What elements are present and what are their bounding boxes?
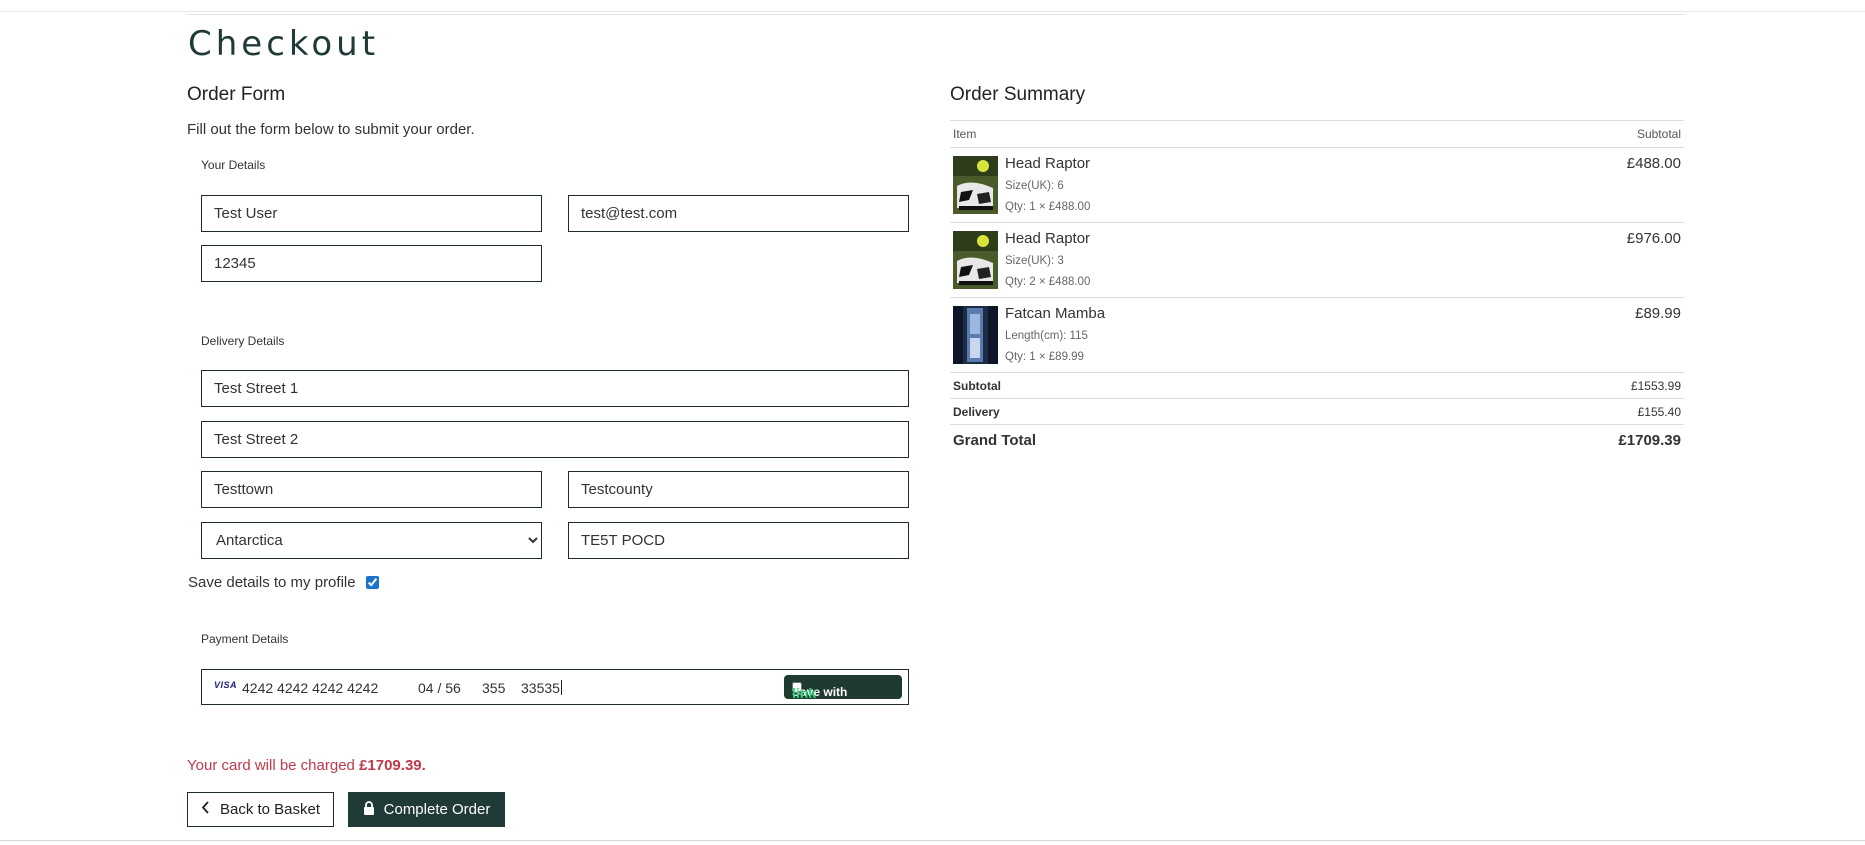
postcode-input[interactable] — [568, 522, 909, 559]
street-address-1-input[interactable] — [201, 370, 909, 407]
save-details-row[interactable]: Save details to my profile — [188, 574, 379, 591]
save-with-link-button[interactable]: Save with link — [784, 675, 902, 701]
payment-details-label: Payment Details — [201, 632, 289, 646]
subtotal-row: Subtotal £1553.99 — [950, 373, 1684, 399]
order-form-heading: Order Form — [187, 84, 286, 105]
charge-text: Your card will be charged — [187, 757, 355, 774]
back-to-basket-button[interactable]: Back to Basket — [187, 792, 334, 827]
product-thumbnail — [953, 231, 998, 289]
grand-total-value: £1709.39 — [1618, 431, 1681, 449]
delivery-value: £155.40 — [1637, 404, 1681, 419]
grand-total-row: Grand Total £1709.39 — [950, 425, 1684, 455]
save-details-checkbox[interactable] — [365, 576, 379, 589]
full-name-input[interactable] — [201, 195, 542, 232]
complete-order-button[interactable]: Complete Order — [348, 792, 505, 827]
product-thumbnail — [953, 306, 998, 364]
text-cursor — [560, 680, 562, 695]
street-address-2-input[interactable] — [201, 421, 909, 458]
item-name: Head Raptor — [1005, 230, 1091, 247]
item-subtotal: £976.00 — [1626, 230, 1681, 247]
phone-input[interactable] — [201, 245, 542, 282]
order-summary-table: Item Subtotal Head Raptor Size(UK): 6 Qt… — [950, 120, 1684, 455]
product-thumbnail — [953, 156, 998, 214]
summary-item-row: Head Raptor Size(UK): 6 Qty: 1 × £488.00… — [950, 148, 1684, 223]
back-to-basket-label: Back to Basket — [219, 801, 321, 818]
item-variant: Size(UK): 3 — [1005, 255, 1064, 267]
bottom-divider — [0, 840, 1865, 841]
top-divider-inner — [187, 14, 1685, 15]
order-summary-heading: Order Summary — [950, 84, 1086, 105]
item-subtotal: £488.00 — [1626, 155, 1681, 172]
col-subtotal-header: Subtotal — [1636, 127, 1681, 141]
summary-header-row: Item Subtotal — [950, 120, 1684, 148]
card-cvc-field[interactable]: 355 — [482, 680, 505, 696]
top-divider — [0, 11, 1865, 12]
card-zip-field[interactable]: 33535 — [521, 680, 562, 696]
delivery-row: Delivery £155.40 — [950, 399, 1684, 425]
grand-total-label: Grand Total — [953, 431, 1037, 449]
col-item-header: Item — [953, 127, 977, 141]
save-details-label: Save details to my profile — [188, 574, 356, 591]
your-details-label: Your Details — [201, 158, 266, 172]
item-variant: Size(UK): 6 — [1005, 180, 1064, 192]
item-name: Head Raptor — [1005, 155, 1091, 172]
item-quantity: Qty: 2 × £488.00 — [1005, 276, 1091, 288]
lock-icon — [363, 800, 375, 819]
complete-order-label: Complete Order — [383, 801, 491, 818]
summary-item-row: Head Raptor Size(UK): 3 Qty: 2 × £488.00… — [950, 223, 1684, 298]
card-number-field[interactable]: 4242 4242 4242 4242 — [242, 680, 378, 696]
card-input[interactable]: VISA 4242 4242 4242 4242 04 / 56 355 335… — [201, 669, 909, 705]
link-logo: link — [792, 685, 817, 701]
country-select[interactable]: Antarctica — [201, 522, 542, 559]
charge-amount: £1709.39. — [359, 757, 426, 774]
delivery-label: Delivery — [953, 404, 1000, 419]
order-form-intro: Fill out the form below to submit your o… — [187, 121, 475, 138]
subtotal-label: Subtotal — [953, 378, 1001, 393]
town-input[interactable] — [201, 471, 542, 508]
delivery-details-label: Delivery Details — [201, 334, 285, 348]
item-variant: Length(cm): 115 — [1005, 330, 1088, 342]
visa-icon: VISA — [214, 680, 238, 690]
item-quantity: Qty: 1 × £488.00 — [1005, 201, 1091, 213]
summary-item-row: Fatcan Mamba Length(cm): 115 Qty: 1 × £8… — [950, 298, 1684, 373]
charge-notice: Your card will be charged £1709.39. — [187, 757, 426, 774]
card-expiry-field[interactable]: 04 / 56 — [418, 680, 461, 696]
item-quantity: Qty: 1 × £89.99 — [1005, 351, 1084, 363]
email-input[interactable] — [568, 195, 909, 232]
card-zip-value: 33535 — [521, 680, 560, 696]
county-input[interactable] — [568, 471, 909, 508]
item-name: Fatcan Mamba — [1005, 305, 1106, 322]
item-subtotal: £89.99 — [1635, 305, 1681, 322]
page-title: Checkout — [188, 24, 380, 64]
subtotal-value: £1553.99 — [1630, 378, 1681, 393]
chevron-left-icon — [201, 801, 210, 818]
